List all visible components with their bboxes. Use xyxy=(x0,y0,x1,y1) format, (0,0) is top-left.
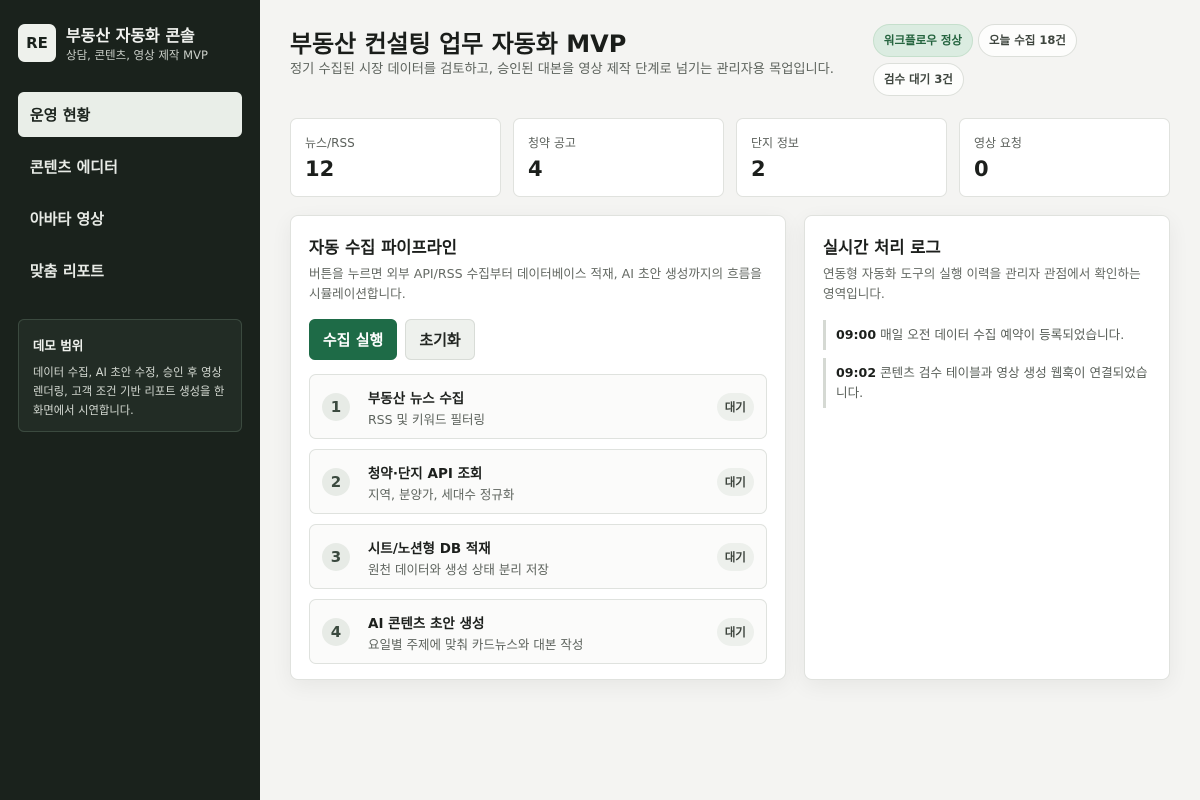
reset-button[interactable]: 초기화 xyxy=(405,319,475,360)
workflow-status-badge: 워크플로우 정상 xyxy=(873,24,974,57)
step-subtitle: 원천 데이터와 생성 상태 분리 저장 xyxy=(368,562,549,577)
stat-value: 12 xyxy=(305,157,335,181)
step-title: 부동산 뉴스 수집 xyxy=(368,391,465,407)
pipeline-steps: 1 부동산 뉴스 수집 RSS 및 키워드 필터링 대기 2 청약·단지 API… xyxy=(309,374,767,664)
stats-row: 뉴스/RSS 12 청약 공고 4 단지 정보 2 영상 요청 0 xyxy=(290,118,1170,197)
log-text: 콘텐츠 검수 테이블과 영상 생성 웹훅이 연결되었습니다. xyxy=(836,365,1148,400)
step-status-badge: 대기 xyxy=(716,393,754,421)
step-number: 4 xyxy=(322,618,350,646)
stat-label: 뉴스/RSS xyxy=(305,136,355,150)
run-collection-button[interactable]: 수집 실행 xyxy=(309,319,398,360)
step-status-badge: 대기 xyxy=(716,543,754,571)
pipeline-title: 자동 수집 파이프라인 xyxy=(309,238,458,257)
brand: RE 부동산 자동화 콘솔 상담, 콘텐츠, 영상 제작 MVP xyxy=(18,24,248,64)
step-status-badge: 대기 xyxy=(716,618,754,646)
pipeline-step: 2 청약·단지 API 조회 지역, 분양가, 세대수 정규화 대기 xyxy=(309,449,767,514)
stat-value: 0 xyxy=(974,157,989,181)
brand-subtitle: 상담, 콘텐츠, 영상 제작 MVP xyxy=(66,48,208,62)
step-subtitle: 요일별 주제에 맞춰 카드뉴스와 대본 작성 xyxy=(368,637,584,652)
stat-label: 청약 공고 xyxy=(528,136,576,150)
review-pending-badge: 검수 대기 3건 xyxy=(873,63,964,96)
log-entry: 09:02 콘텐츠 검수 테이블과 영상 생성 웹훅이 연결되었습니다. xyxy=(823,358,1151,408)
status-badges: 워크플로우 정상 오늘 수집 18건검수 대기 3건 xyxy=(873,24,1113,102)
pipeline-description: 버튼을 누르면 외부 API/RSS 수집부터 데이터베이스 적재, AI 초안… xyxy=(309,266,762,301)
sidebar: RE 부동산 자동화 콘솔 상담, 콘텐츠, 영상 제작 MVP 운영 현황 콘… xyxy=(0,0,260,800)
step-number: 2 xyxy=(322,468,350,496)
stat-value: 4 xyxy=(528,157,543,181)
step-subtitle: RSS 및 키워드 필터링 xyxy=(368,412,485,427)
pipeline-panel: 자동 수집 파이프라인 버튼을 누르면 외부 API/RSS 수집부터 데이터베… xyxy=(290,215,786,680)
main-content: 부동산 컨설팅 업무 자동화 MVP 정기 수집된 시장 데이터를 검토하고, … xyxy=(260,0,1200,800)
stat-card-complex: 단지 정보 2 xyxy=(736,118,947,197)
brand-title: 부동산 자동화 콘솔 xyxy=(66,26,195,45)
step-number: 1 xyxy=(322,393,350,421)
sidebar-item-custom-report[interactable]: 맞춤 리포트 xyxy=(18,248,242,293)
log-text: 매일 오전 데이터 수집 예약이 등록되었습니다. xyxy=(880,327,1125,342)
sidebar-item-avatar-video[interactable]: 아바타 영상 xyxy=(18,196,242,241)
pipeline-step: 4 AI 콘텐츠 초안 생성 요일별 주제에 맞춰 카드뉴스와 대본 작성 대기 xyxy=(309,599,767,664)
stat-label: 단지 정보 xyxy=(751,136,799,150)
log-description: 연동형 자동화 도구의 실행 이력을 관리자 관점에서 확인하는 영역입니다. xyxy=(823,266,1141,301)
step-title: 시트/노션형 DB 적재 xyxy=(368,541,491,557)
sidebar-item-content-editor[interactable]: 콘텐츠 에디터 xyxy=(18,144,242,189)
demo-scope-box: 데모 범위 데이터 수집, AI 초안 수정, 승인 후 영상 렌더링, 고객 … xyxy=(18,319,242,432)
sidebar-nav: 운영 현황 콘텐츠 에디터 아바타 영상 맞춤 리포트 xyxy=(18,92,242,300)
sidebar-item-operations[interactable]: 운영 현황 xyxy=(18,92,242,137)
pipeline-step: 1 부동산 뉴스 수집 RSS 및 키워드 필터링 대기 xyxy=(309,374,767,439)
step-title: 청약·단지 API 조회 xyxy=(368,466,483,482)
pipeline-step: 3 시트/노션형 DB 적재 원천 데이터와 생성 상태 분리 저장 대기 xyxy=(309,524,767,589)
step-title: AI 콘텐츠 초안 생성 xyxy=(368,616,485,632)
stat-label: 영상 요청 xyxy=(974,136,1022,150)
step-subtitle: 지역, 분양가, 세대수 정규화 xyxy=(368,487,515,502)
stat-card-subscription: 청약 공고 4 xyxy=(513,118,724,197)
pipeline-actions: 수집 실행 초기화 xyxy=(309,319,767,360)
today-collected-badge: 오늘 수집 18건 xyxy=(978,24,1077,57)
stat-card-video-requests: 영상 요청 0 xyxy=(959,118,1170,197)
log-title: 실시간 처리 로그 xyxy=(823,238,941,257)
brand-logo: RE xyxy=(18,24,56,62)
log-time: 09:00 xyxy=(836,327,877,342)
step-number: 3 xyxy=(322,543,350,571)
page-description: 정기 수집된 시장 데이터를 검토하고, 승인된 대본을 영상 제작 단계로 넘… xyxy=(290,62,834,77)
log-panel: 실시간 처리 로그 연동형 자동화 도구의 실행 이력을 관리자 관점에서 확인… xyxy=(804,215,1170,680)
demo-scope-title: 데모 범위 xyxy=(33,338,84,353)
stat-card-news: 뉴스/RSS 12 xyxy=(290,118,501,197)
log-time: 09:02 xyxy=(836,365,877,380)
page-title: 부동산 컨설팅 업무 자동화 MVP xyxy=(290,30,627,58)
stat-value: 2 xyxy=(751,157,766,181)
log-entry: 09:00 매일 오전 데이터 수집 예약이 등록되었습니다. xyxy=(823,320,1151,350)
log-list: 09:00 매일 오전 데이터 수집 예약이 등록되었습니다. 09:02 콘텐츠 … xyxy=(823,320,1151,408)
step-status-badge: 대기 xyxy=(716,468,754,496)
demo-scope-text: 데이터 수집, AI 초안 수정, 승인 후 영상 렌더링, 고객 조건 기반 … xyxy=(33,366,225,417)
